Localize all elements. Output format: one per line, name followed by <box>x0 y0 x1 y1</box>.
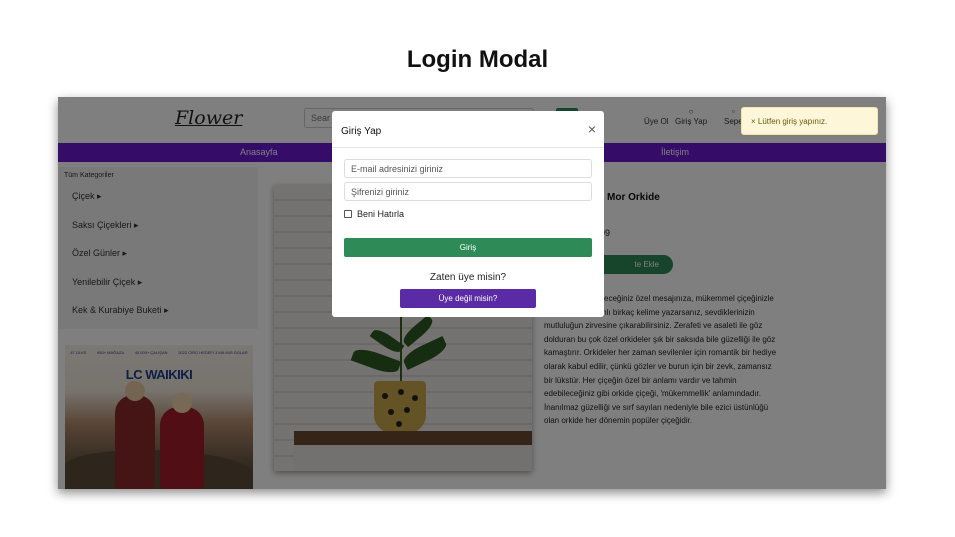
close-icon[interactable]: × <box>588 121 596 137</box>
member-question: Zaten üye misin? <box>429 272 507 283</box>
slide-title: Login Modal <box>406 46 549 73</box>
modal-divider <box>332 147 604 148</box>
password-field[interactable]: Şifrenizi giriniz <box>344 182 592 201</box>
register-button[interactable]: Üye değil misin? <box>400 289 536 308</box>
remember-label: Beni Hatırla <box>357 209 405 219</box>
remember-checkbox[interactable] <box>344 210 352 218</box>
email-field[interactable]: E-mail adresinizi giriniz <box>344 159 592 178</box>
browser-viewport: Flower Sear Üye Ol ○ Giriş Yap ▫ Sepe An… <box>58 97 886 489</box>
remember-me[interactable]: Beni Hatırla <box>344 209 404 219</box>
login-button[interactable]: Giriş <box>344 238 592 257</box>
modal-title: Giriş Yap <box>341 126 382 137</box>
login-warning-toast[interactable]: × Lütfen giriş yapınız. <box>741 107 878 135</box>
login-modal: Giriş Yap × E-mail adresinizi giriniz Şi… <box>332 111 604 317</box>
